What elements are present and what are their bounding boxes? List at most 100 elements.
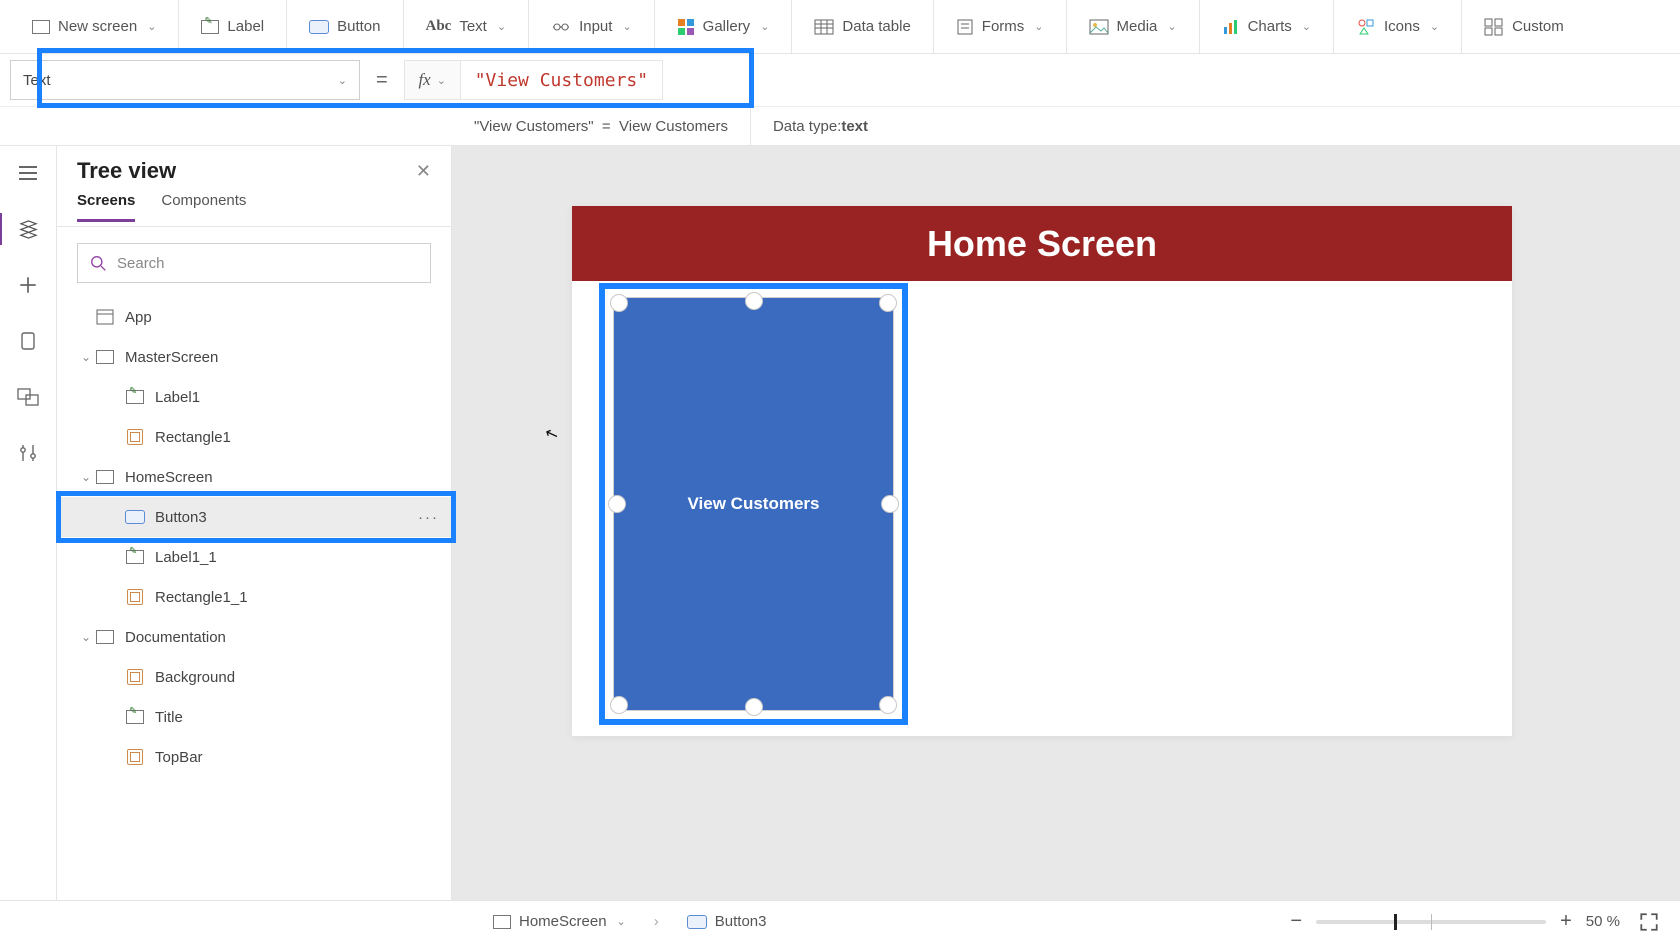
chevron-down-icon: ⌄ [338, 74, 347, 87]
formula-datatype: Data type: text [751, 107, 890, 145]
tree-item-label1[interactable]: Label1 [57, 377, 451, 417]
tree-view-title: Tree view [77, 158, 176, 184]
label-icon [125, 547, 145, 567]
resize-handle[interactable] [879, 696, 897, 714]
chevron-down-icon: ⌄ [1034, 20, 1043, 33]
ribbon-screen[interactable]: New screen⌄ [32, 18, 156, 35]
media-nav-icon[interactable] [15, 384, 41, 410]
tree-list: App ⌄ MasterScreen Label1 Rectangle1 ⌄HomeScr… [57, 293, 451, 900]
ribbon-gallery[interactable]: Gallery⌄ [677, 18, 770, 36]
tree-item-title[interactable]: Title [57, 697, 451, 737]
formula-input[interactable]: "View Customers" [461, 61, 662, 99]
property-selector[interactable]: Text ⌄ [10, 60, 360, 100]
tree-item-label: Rectangle1_1 [155, 589, 248, 606]
chevron-down-icon[interactable]: ⌄ [77, 630, 95, 644]
tree-item-button3[interactable]: Button3 ··· [57, 497, 451, 537]
tree-item-topbar[interactable]: TopBar [57, 737, 451, 777]
chevron-down-icon[interactable]: ⌄ [77, 350, 95, 364]
label-icon [125, 387, 145, 407]
shape-icon [125, 427, 145, 447]
app-icon [95, 307, 115, 327]
ribbon-media[interactable]: Media⌄ [1089, 18, 1177, 35]
chevron-down-icon: ⌄ [1167, 20, 1176, 33]
zoom-out-button[interactable]: − [1290, 910, 1302, 933]
tree-item-label: MasterScreen [125, 349, 218, 366]
left-rail [0, 146, 57, 900]
ribbon-table[interactable]: Data table [814, 18, 910, 35]
breadcrumb-screen[interactable]: HomeScreen⌄ [485, 909, 634, 934]
tree-tabs: Screens Components [57, 192, 451, 227]
tree-item-label: Label1_1 [155, 549, 217, 566]
tree-item-label: TopBar [155, 749, 203, 766]
more-icon[interactable]: ··· [418, 509, 439, 526]
close-icon[interactable]: ✕ [416, 161, 431, 182]
shape-icon [125, 747, 145, 767]
tree-view-pane: Tree view ✕ Screens Components Search App… [57, 146, 452, 900]
zoom-slider[interactable] [1316, 920, 1546, 924]
canvas[interactable]: Home Screen View Customers ↖ [452, 146, 1680, 900]
resize-handle[interactable] [608, 495, 626, 513]
chevron-down-icon: ⌄ [622, 20, 631, 33]
ribbon-input[interactable]: Input⌄ [551, 18, 632, 35]
chevron-down-icon: ⌄ [760, 20, 769, 33]
screen-icon [95, 627, 115, 647]
chevron-down-icon: ⌄ [1302, 20, 1311, 33]
ribbon-charts[interactable]: Charts⌄ [1222, 18, 1311, 35]
ribbon-forms[interactable]: Forms⌄ [956, 18, 1044, 36]
shape-icon [125, 587, 145, 607]
ribbon-label[interactable]: Label [201, 18, 264, 35]
resize-handle[interactable] [610, 696, 628, 714]
insert-ribbon: New screen⌄ Label Button AbcText⌄ Input⌄ Gall… [0, 0, 1680, 54]
data-nav-icon[interactable] [15, 328, 41, 354]
formula-bar: Text ⌄ = fx ⌄ "View Customers" [0, 54, 1680, 106]
tree-item-rectangle1_1[interactable]: Rectangle1_1 [57, 577, 451, 617]
tree-view-nav-icon[interactable] [15, 216, 41, 242]
tree-item-label: Rectangle1 [155, 429, 231, 446]
property-selector-value: Text [23, 72, 51, 89]
resize-handle[interactable] [881, 495, 899, 513]
chevron-down-icon: ⌄ [437, 74, 446, 87]
resize-handle[interactable] [879, 294, 897, 312]
status-bar: HomeScreen⌄ › Button3 − + 50 % [0, 900, 1680, 942]
tree-item-label1_1[interactable]: Label1_1 [57, 537, 451, 577]
fx-button[interactable]: fx ⌄ [405, 61, 461, 99]
resize-handle[interactable] [745, 292, 763, 310]
ribbon-button[interactable]: Button [309, 18, 380, 35]
tree-tab-components[interactable]: Components [161, 192, 246, 222]
equals-sign: = [372, 69, 392, 92]
ribbon-icons[interactable]: Icons⌄ [1356, 18, 1439, 36]
tree-item-background[interactable]: Background [57, 657, 451, 697]
selected-button[interactable]: View Customers [613, 297, 894, 711]
tree-item-documentation[interactable]: ⌄ Documentation [57, 617, 451, 657]
resize-handle[interactable] [610, 294, 628, 312]
tree-item-app[interactable]: App [57, 297, 451, 337]
tree-item-label: Documentation [125, 629, 226, 646]
zoom-in-button[interactable]: + [1560, 910, 1572, 933]
selection-outline[interactable]: View Customers [599, 283, 908, 725]
tree-tab-screens[interactable]: Screens [77, 192, 135, 222]
tree-search-input[interactable]: Search [77, 243, 431, 283]
chevron-down-icon: ⌄ [1430, 20, 1439, 33]
settings-nav-icon[interactable] [15, 440, 41, 466]
resize-handle[interactable] [745, 698, 763, 716]
tree-item-label: Button3 [155, 509, 207, 526]
tree-item-rectangle1[interactable]: Rectangle1 [57, 417, 451, 457]
screen-icon [95, 467, 115, 487]
breadcrumb-control[interactable]: Button3 [679, 909, 775, 934]
formula-result: "View Customers" = View Customers [452, 107, 751, 145]
expand-icon[interactable] [1634, 907, 1664, 937]
tree-item-masterscreen[interactable]: ⌄ MasterScreen [57, 337, 451, 377]
formula-box: fx ⌄ "View Customers" [404, 60, 663, 100]
ribbon-custom[interactable]: Custom [1484, 18, 1564, 36]
button-icon [125, 507, 145, 527]
tree-item-homescreen[interactable]: ⌄HomeScreen [57, 457, 451, 497]
chevron-down-icon[interactable]: ⌄ [77, 470, 95, 484]
tree-item-label: Background [155, 669, 235, 686]
cursor-icon: ↖ [542, 422, 561, 445]
tree-item-label: App [125, 309, 152, 326]
screen-header: Home Screen [572, 206, 1512, 281]
insert-nav-icon[interactable] [15, 272, 41, 298]
ribbon-text[interactable]: AbcText⌄ [426, 18, 507, 35]
shape-icon [125, 667, 145, 687]
hamburger-icon[interactable] [15, 160, 41, 186]
